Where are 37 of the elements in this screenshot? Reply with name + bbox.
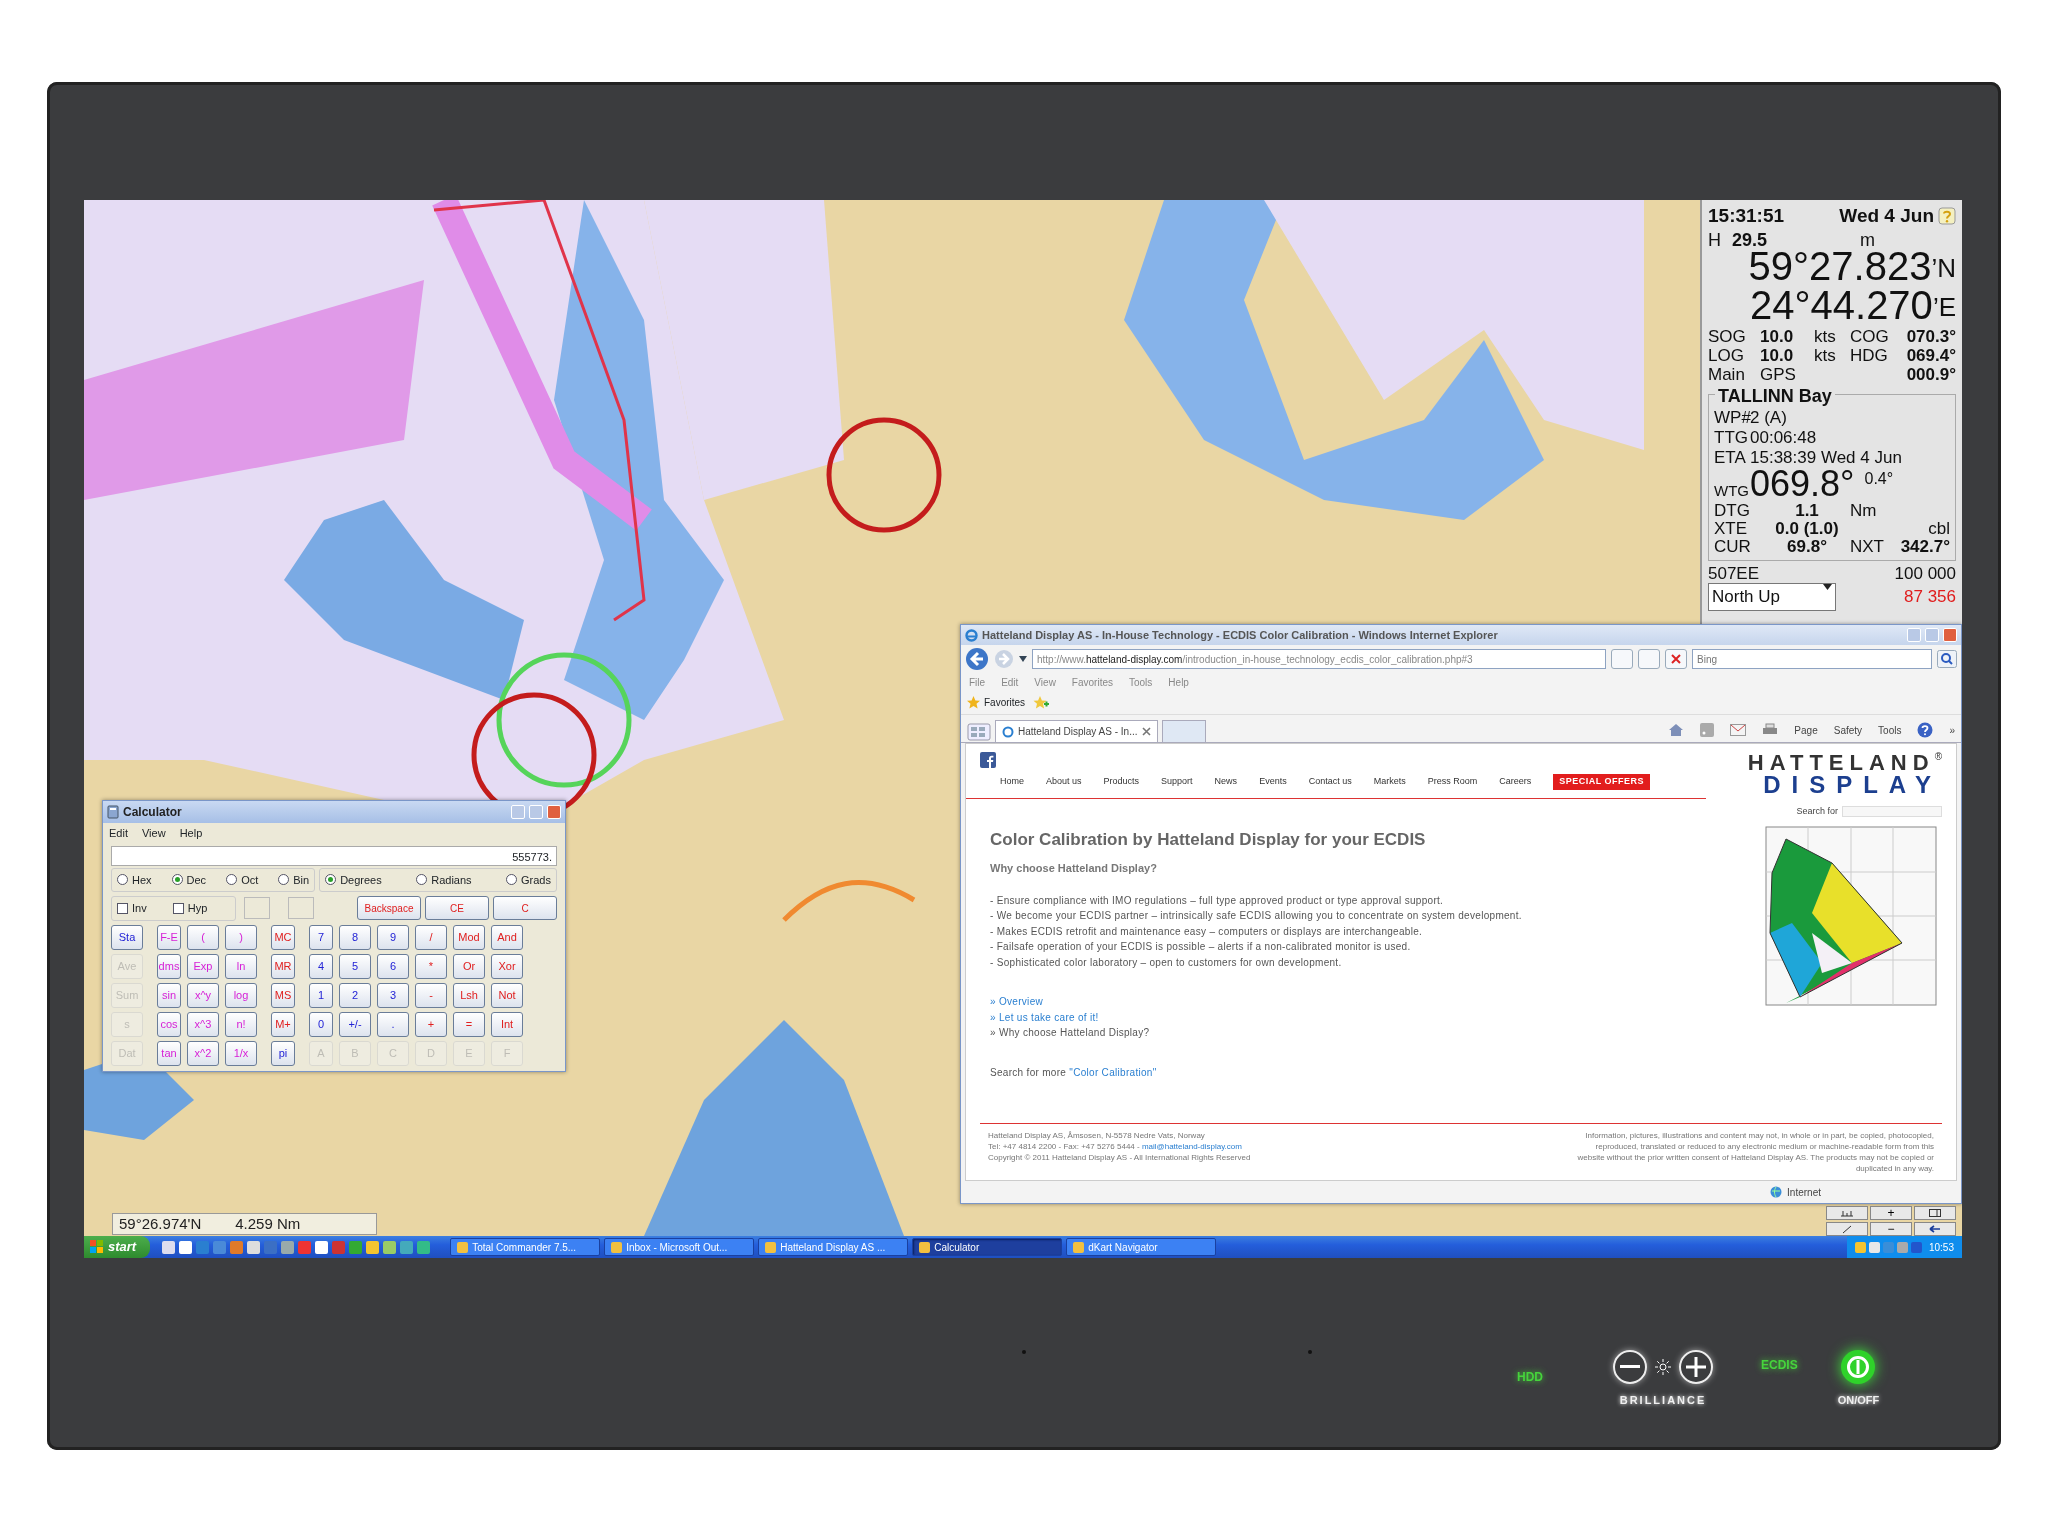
app-icon[interactable] [179,1240,193,1254]
tray-icon[interactable] [1854,1241,1866,1253]
power-button[interactable] [1841,1349,1876,1384]
tray-icon[interactable] [1868,1241,1880,1253]
window-icon [457,1241,469,1253]
brightness-up-button[interactable] [1679,1349,1713,1384]
minus-icon [1620,1364,1640,1369]
start-button[interactable]: start [84,1236,151,1258]
brilliance-label: BRILLIANCE [1619,1392,1707,1408]
app-icon[interactable] [281,1240,295,1254]
clock-text: 10:53 [1928,1240,1954,1255]
app-icon[interactable] [162,1240,176,1254]
taskbar-button[interactable]: Calculator [912,1238,1063,1256]
taskbar-button[interactable]: dKart Navigator [1066,1238,1217,1256]
power-label: ON/OFF [1837,1392,1880,1408]
app-icon[interactable] [315,1240,329,1254]
brightness-down-button[interactable] [1613,1349,1647,1384]
app-icon[interactable] [417,1240,431,1254]
window-icon [1073,1241,1085,1253]
power-icon [1846,1354,1871,1379]
indicator-label: HDD [1517,1369,1543,1386]
taskbar-button[interactable]: Inbox - Microsoft Out... [604,1238,755,1256]
sun-icon [1655,1358,1671,1375]
app-icon[interactable] [366,1240,380,1254]
sensor-dot [1022,1350,1026,1354]
window-icon [611,1241,623,1253]
sensor-dot [1308,1350,1312,1354]
app-icon[interactable] [247,1240,261,1254]
taskbar-button[interactable]: Total Commander 7.5... [450,1238,601,1256]
flag-icon [90,1240,104,1254]
plus-icon [1686,1356,1706,1377]
taskbar-button[interactable]: Hatteland Display AS ... [758,1238,909,1256]
app-icon[interactable] [383,1240,397,1254]
window-icon [919,1241,931,1253]
tray-icon[interactable] [1910,1241,1922,1253]
indicator-label: ECDIS [1761,1357,1798,1374]
window-icon [765,1241,777,1253]
